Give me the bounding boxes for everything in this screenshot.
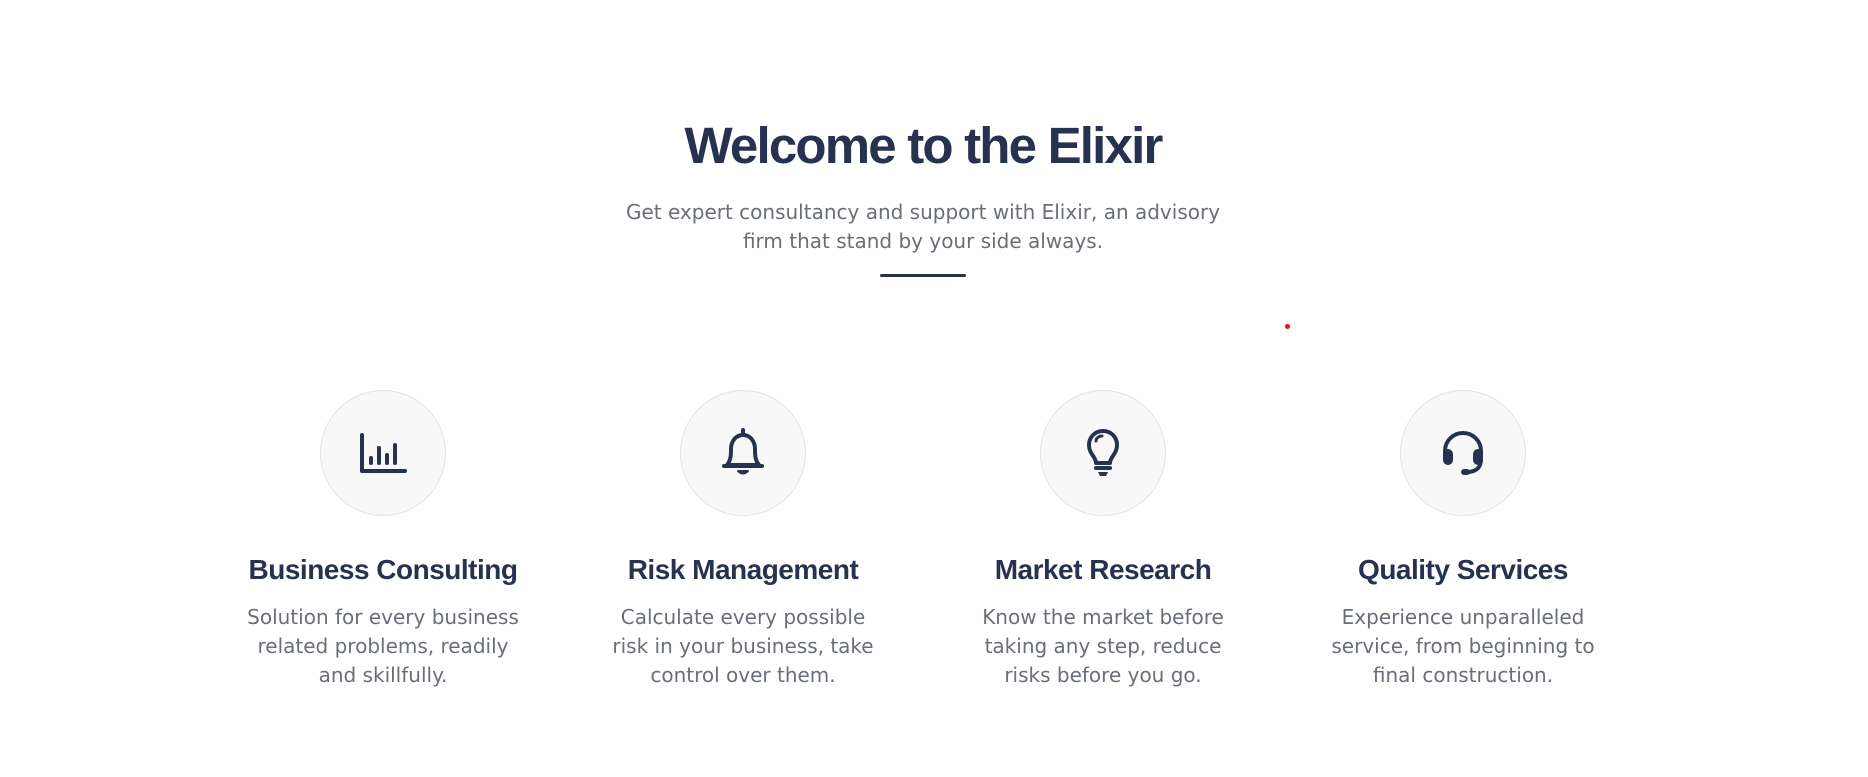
headset-icon: [1443, 430, 1483, 475]
bell-icon: [722, 428, 764, 475]
welcome-section: Welcome to the Elixir Get expert consult…: [0, 110, 1846, 277]
service-title: Quality Services: [1358, 554, 1568, 585]
page-subtitle: Get expert consultancy and support with …: [625, 200, 1221, 253]
service-business-consulting: Business Consulting Solution for every b…: [205, 390, 561, 690]
services-row: Business Consulting Solution for every b…: [205, 390, 1641, 690]
service-icon-circle: [1040, 390, 1166, 516]
service-title: Business Consulting: [248, 554, 518, 585]
page-title: Welcome to the Elixir: [684, 117, 1163, 174]
bar-chart-icon: [360, 433, 407, 473]
lightbulb-icon: [1087, 429, 1119, 476]
service-description: Solution for every business related prob…: [247, 605, 519, 687]
service-description: Calculate every possible risk in your bu…: [612, 605, 874, 687]
service-market-research: Market Research Know the market before t…: [925, 390, 1281, 690]
service-icon-circle: [680, 390, 806, 516]
service-title: Risk Management: [627, 554, 859, 585]
service-quality-services: Quality Services Experience unparalleled…: [1285, 390, 1641, 690]
title-divider: [880, 274, 966, 277]
service-description: Experience unparalleled service, from be…: [1331, 605, 1595, 687]
service-title: Market Research: [994, 554, 1212, 585]
service-risk-management: Risk Management Calculate every possible…: [565, 390, 921, 690]
red-dot-marker: [1285, 324, 1290, 329]
service-icon-circle: [320, 390, 446, 516]
service-icon-circle: [1400, 390, 1526, 516]
service-description: Know the market before taking any step, …: [982, 605, 1224, 687]
